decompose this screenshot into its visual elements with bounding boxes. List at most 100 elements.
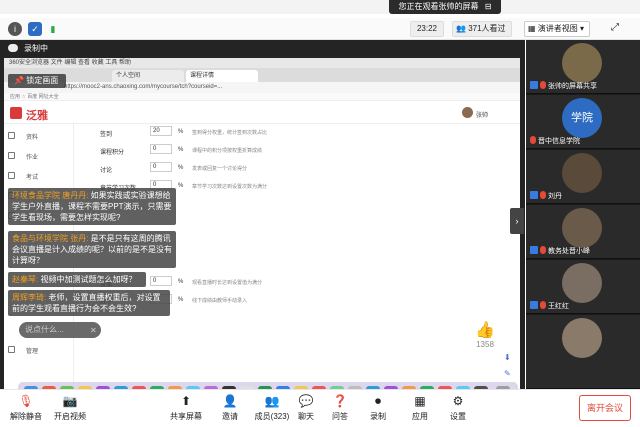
download-icon[interactable]: ⬇ — [504, 353, 514, 363]
document-icon[interactable] — [8, 152, 15, 159]
weight-input[interactable]: 0 — [150, 162, 172, 172]
view-mode-label: 演讲者视图 — [537, 24, 578, 33]
chevron-down-icon: ▾ — [580, 24, 585, 33]
participant-tile[interactable]: 教务处晋小峰 — [526, 205, 640, 259]
mic-muted-icon — [540, 301, 546, 309]
percent-sign: % — [178, 165, 184, 171]
participant-tile[interactable]: 王红红 — [526, 260, 640, 314]
viewers-label: 371人看过 — [468, 24, 506, 33]
edit-icon[interactable]: ✎ — [504, 369, 514, 379]
settings-button[interactable]: ⚙ 设置 — [436, 394, 480, 422]
unmute-button[interactable]: 🎙 解除静音 — [4, 394, 48, 422]
user-name[interactable]: 张帅 — [476, 110, 488, 119]
weight-input[interactable]: 0 — [150, 276, 172, 286]
participant-label: 张帅的屏幕共享 — [530, 81, 597, 92]
form-description: 章节学习次数达到设置次数为满分 — [192, 184, 268, 190]
sidebar-item[interactable]: 考试 — [26, 172, 38, 181]
chat-message: 周辉李琦: 老师，设置直播权重后，对设置前的学生观看直播行为会不会生效? — [8, 290, 170, 316]
pin-view-button[interactable]: 📌 锁定画面 — [8, 74, 66, 88]
chat-message: 环境食品学院 唐丹丹: 如果实践或实验课想给学生户外直播，课程不需要PPT演示，… — [8, 188, 176, 225]
participant-label: 刘丹 — [530, 191, 562, 202]
video-icon — [530, 301, 538, 309]
start-video-button[interactable]: 📷 开启视频 — [48, 394, 92, 422]
share-screen-icon: ⬆ — [180, 394, 192, 408]
weight-input[interactable]: 20 — [150, 126, 172, 136]
chat-message: 赵秦琴: 视频中加测试题怎么加呀？ — [8, 272, 146, 287]
mac-dock — [18, 382, 518, 389]
form-description: 线下成绩由教师手动录入 — [192, 298, 248, 304]
chat-sender: 周辉李琦: — [12, 293, 47, 302]
browser-tab[interactable]: 课程详情 — [186, 70, 258, 82]
participant-tile[interactable] — [526, 315, 640, 389]
browser-tab[interactable]: 个人空间 — [112, 70, 184, 82]
avatar — [562, 153, 602, 193]
top-status-bar: 您正在观看张帅的屏幕 ⊟ — [0, 0, 640, 14]
percent-sign: % — [178, 279, 184, 285]
chevron-right-icon[interactable]: › — [510, 208, 524, 234]
avatar — [562, 318, 602, 358]
gear-icon[interactable] — [8, 346, 15, 353]
comment-input[interactable]: 说点什么... — [19, 322, 101, 338]
view-mode-select[interactable]: ▦ 演讲者视图 ▾ — [524, 21, 590, 37]
avatar — [562, 43, 602, 83]
avatar: 学院 — [562, 98, 602, 138]
viewing-banner-text: 您正在观看张帅的屏幕 — [398, 2, 479, 11]
avatar — [562, 208, 602, 248]
participant-panel: 张帅的屏幕共享 学院 晋中信息学院 刘丹 教务处晋小峰 王红红 — [526, 40, 640, 389]
shield-icon[interactable]: ✓ — [28, 22, 42, 36]
restore-icon[interactable]: ⊟ — [485, 2, 492, 11]
chat-sender: 环境食品学院 唐丹丹: — [12, 191, 89, 200]
participant-tile[interactable]: 刘丹 — [526, 150, 640, 204]
participant-name: 张帅的屏幕共享 — [548, 83, 597, 90]
participant-name: 王红红 — [548, 303, 569, 310]
recording-bar: 录制中 — [0, 40, 525, 58]
share-screen-label: 共享屏幕 — [170, 412, 202, 421]
mic-muted-icon: 🎙 — [18, 394, 34, 408]
exam-icon[interactable] — [8, 172, 15, 179]
info-icon[interactable]: i — [8, 22, 22, 36]
start-video-label: 开启视频 — [54, 412, 86, 421]
browser-tab-bar: 个人空间 课程详情 — [4, 68, 520, 82]
folder-icon[interactable] — [8, 132, 15, 139]
participant-name: 刘丹 — [548, 193, 562, 200]
close-icon[interactable]: ✕ — [90, 326, 97, 335]
mic-muted-icon — [530, 136, 536, 144]
share-screen-button[interactable]: ⬆ 共享屏幕 — [164, 394, 208, 422]
fullscreen-icon[interactable]: ⤢ — [608, 21, 622, 35]
participant-name: 晋中信息学院 — [538, 138, 580, 145]
sidebar-item[interactable]: 作业 — [26, 152, 38, 161]
recording-label: 录制中 — [24, 44, 48, 53]
thumbs-up-icon[interactable]: 👍 — [470, 320, 500, 340]
percent-sign: % — [178, 147, 184, 153]
address-bar[interactable]: https://mooc2-ans.chaoxing.com/mycourse/… — [4, 82, 520, 93]
viewers-count[interactable]: 👥 371人看过 — [452, 21, 512, 37]
meeting-timer: 23:22 — [410, 21, 444, 37]
weight-input[interactable]: 0 — [150, 144, 172, 154]
form-description: 课程中的积分项按权重折算成绩 — [192, 148, 263, 154]
form-description: 签到得分权重，统计签到次数占比 — [192, 130, 268, 136]
participant-tile[interactable]: 学院 晋中信息学院 — [526, 95, 640, 149]
like-area[interactable]: 👍 1358 — [470, 320, 500, 349]
form-label: 课程积分 — [100, 150, 125, 156]
recording-icon — [8, 44, 18, 52]
participant-tile[interactable]: 张帅的屏幕共享 — [526, 40, 640, 94]
shared-screen-stage: 录制中 360安全浏览器 文件 编辑 查看 收藏 工具 帮助 个人空间 课程详情… — [0, 40, 525, 389]
percent-sign: % — [178, 183, 184, 189]
viewing-banner: 您正在观看张帅的屏幕 ⊟ — [389, 0, 501, 14]
form-label: 签到 — [100, 132, 113, 138]
video-off-icon: 📷 — [62, 394, 78, 408]
signal-icon: ▮ — [50, 24, 56, 34]
sidebar-item[interactable]: 管理 — [26, 346, 38, 355]
people-icon: 👥 — [456, 24, 466, 33]
pin-icon: 📌 — [14, 76, 24, 85]
leave-meeting-button[interactable]: 离开会议 — [579, 395, 631, 421]
form-row: 讨论 0 % 发表或回复一个讨论得分 — [100, 160, 500, 178]
record-button[interactable]: ⏺ 录制 — [356, 394, 400, 422]
grid-icon: ▦ — [528, 24, 536, 33]
side-tools: ⬇ ✎ — [504, 353, 518, 385]
avatar[interactable] — [462, 107, 473, 118]
mic-muted-icon — [540, 191, 546, 199]
sidebar-item[interactable]: 资料 — [26, 132, 38, 141]
record-icon: ⏺ — [374, 394, 381, 408]
form-description: 发表或回复一个讨论得分 — [192, 166, 248, 172]
